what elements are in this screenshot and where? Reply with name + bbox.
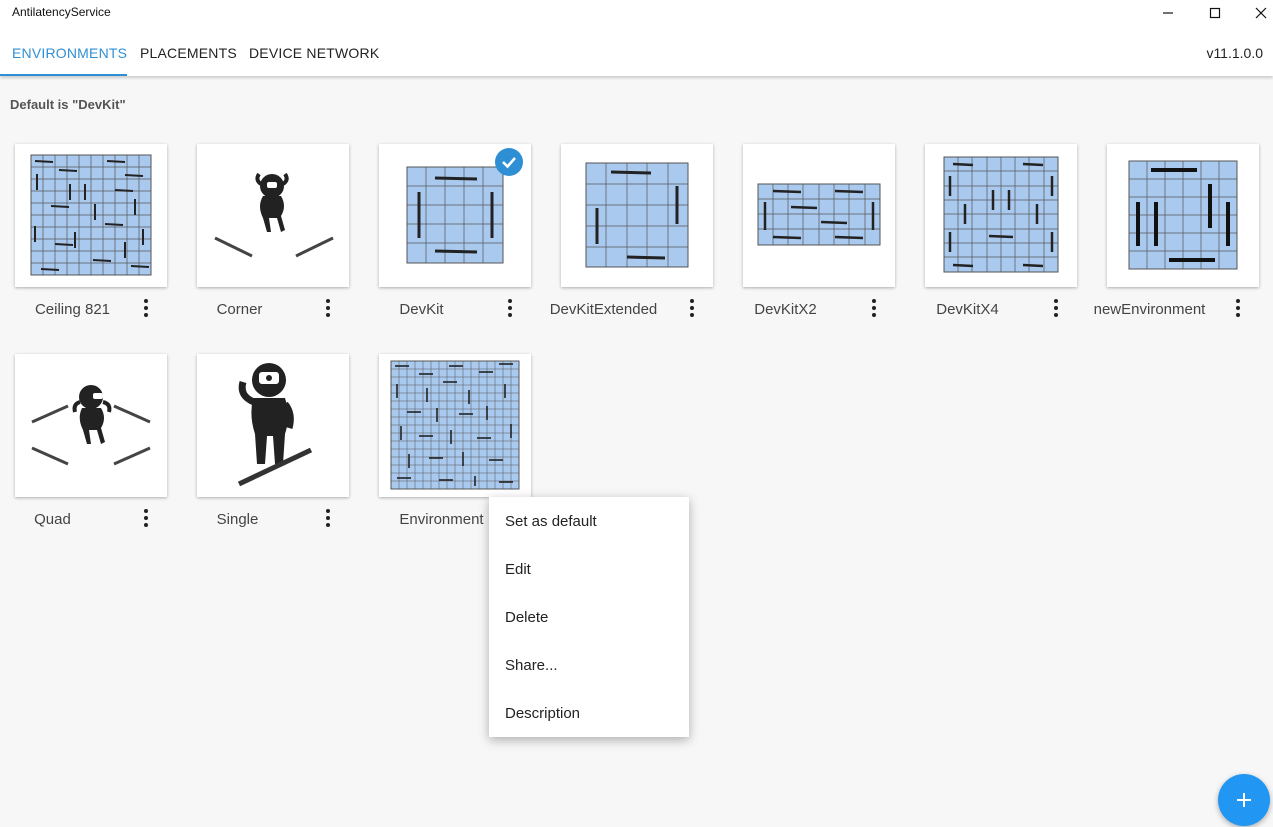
environment-card-environment[interactable] <box>379 354 531 497</box>
default-environment-note: Default is "DevKit" <box>10 97 126 112</box>
minimize-icon <box>1163 12 1173 14</box>
more-options-button[interactable] <box>864 296 884 320</box>
close-button[interactable] <box>1238 0 1273 26</box>
dense-grid-map-icon <box>30 154 152 276</box>
environment-card-newenvironment[interactable] <box>1107 144 1259 287</box>
person-single-bar-icon <box>237 363 313 487</box>
active-tab-indicator <box>0 74 127 76</box>
wide-grid-map-icon <box>757 183 881 246</box>
environment-name: Ceiling 821 <box>34 301 111 318</box>
large-grid-map-icon <box>943 156 1059 273</box>
environment-card-quad[interactable] <box>15 354 167 497</box>
more-options-button[interactable] <box>500 296 520 320</box>
bars-grid-map-icon <box>1128 160 1238 270</box>
more-options-button[interactable] <box>136 296 156 320</box>
plus-icon <box>1237 793 1251 807</box>
person-two-bars-icon <box>214 172 334 258</box>
tab-bar: ENVIRONMENTS PLACEMENTS DEVICE NETWORK v… <box>0 26 1273 76</box>
menu-item-description[interactable]: Description <box>489 690 689 738</box>
menu-item-delete[interactable]: Delete <box>489 594 689 642</box>
default-check-icon <box>495 148 523 176</box>
very-dense-grid-map-icon <box>390 360 520 490</box>
maximize-icon <box>1209 7 1221 19</box>
close-icon <box>1255 7 1267 19</box>
environment-card-devkit[interactable] <box>379 144 531 287</box>
environment-name: Single <box>216 511 259 528</box>
tab-device-network[interactable]: DEVICE NETWORK <box>249 26 379 76</box>
maximize-button[interactable] <box>1192 0 1238 26</box>
menu-item-set-as-default[interactable]: Set as default <box>489 498 689 546</box>
environment-name: DevKitX2 <box>754 301 817 318</box>
more-options-button[interactable] <box>1046 296 1066 320</box>
environment-card-devkitx2[interactable] <box>743 144 895 287</box>
tab-placements[interactable]: PLACEMENTS <box>140 26 237 76</box>
add-environment-button[interactable] <box>1218 774 1270 826</box>
tall-grid-map-icon <box>585 162 689 268</box>
tab-environments[interactable]: ENVIRONMENTS <box>12 26 127 76</box>
environment-name: Quad <box>34 511 71 528</box>
person-four-bars-icon <box>31 385 151 466</box>
environment-card-devkitextended[interactable] <box>561 144 713 287</box>
more-options-button[interactable] <box>136 506 156 530</box>
environment-card-ceiling-821[interactable] <box>15 144 167 287</box>
environment-name: Corner <box>216 301 263 318</box>
more-options-button[interactable] <box>318 296 338 320</box>
environment-card-corner[interactable] <box>197 144 349 287</box>
environment-card-single[interactable] <box>197 354 349 497</box>
minimize-button[interactable] <box>1145 0 1191 26</box>
environment-name: DevKit <box>399 301 444 318</box>
app-title: AntilatencyService <box>12 5 111 19</box>
version-label: v11.1.0.0 <box>1206 45 1263 61</box>
more-options-button[interactable] <box>682 296 702 320</box>
more-options-button[interactable] <box>1228 296 1248 320</box>
menu-item-share[interactable]: Share... <box>489 642 689 690</box>
title-bar: AntilatencyService <box>0 0 1273 26</box>
environment-name: DevKitExtended <box>549 301 658 318</box>
environment-context-menu: Set as default Edit Delete Share... Desc… <box>489 497 689 737</box>
environment-card-devkitx4[interactable] <box>925 144 1077 287</box>
environment-name: Environment <box>399 511 484 528</box>
more-options-button[interactable] <box>318 506 338 530</box>
environment-name: newEnvironment <box>1093 301 1206 318</box>
menu-item-edit[interactable]: Edit <box>489 546 689 594</box>
environment-name: DevKitX4 <box>936 301 999 318</box>
